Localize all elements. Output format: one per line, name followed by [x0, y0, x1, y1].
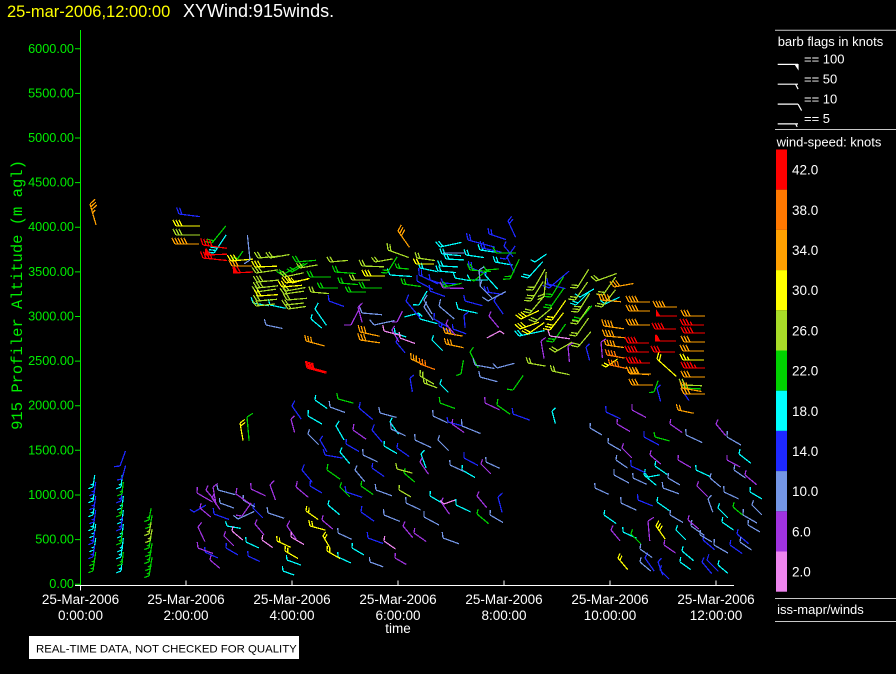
svg-text:6000.00: 6000.00: [28, 42, 74, 56]
svg-text:6.0: 6.0: [792, 524, 811, 539]
svg-text:4000.00: 4000.00: [28, 220, 74, 234]
svg-text:25-mar-2006,12:00:00: 25-mar-2006,12:00:00: [7, 3, 170, 21]
svg-text:barb flags in knots: barb flags in knots: [778, 34, 884, 49]
svg-text:42.0: 42.0: [792, 163, 818, 178]
svg-text:REAL-TIME DATA, NOT CHECKED FO: REAL-TIME DATA, NOT CHECKED FOR QUALITY: [36, 644, 297, 656]
svg-text:8:00:00: 8:00:00: [481, 608, 526, 623]
svg-text:2:00:00: 2:00:00: [163, 608, 208, 623]
svg-text:25-Mar-2006: 25-Mar-2006: [147, 592, 224, 607]
svg-text:== 100: == 100: [804, 52, 845, 67]
svg-text:0.00: 0.00: [49, 577, 74, 591]
svg-text:3500.00: 3500.00: [28, 265, 74, 279]
svg-text:5500.00: 5500.00: [28, 86, 74, 100]
svg-text:2500.00: 2500.00: [28, 354, 74, 368]
svg-text:25-Mar-2006: 25-Mar-2006: [359, 592, 436, 607]
svg-text:25-Mar-2006: 25-Mar-2006: [42, 592, 119, 607]
svg-text:4500.00: 4500.00: [28, 176, 74, 190]
svg-text:== 10: == 10: [804, 91, 837, 106]
svg-text:14.0: 14.0: [792, 444, 818, 459]
svg-text:== 5: == 5: [804, 111, 830, 126]
svg-text:25-Mar-2006: 25-Mar-2006: [571, 592, 648, 607]
svg-text:25-Mar-2006: 25-Mar-2006: [465, 592, 542, 607]
svg-text:22.0: 22.0: [792, 364, 818, 379]
svg-text:12:00:00: 12:00:00: [690, 608, 743, 623]
svg-text:34.0: 34.0: [792, 243, 818, 258]
svg-text:4:00:00: 4:00:00: [269, 608, 314, 623]
svg-text:10.0: 10.0: [792, 484, 818, 499]
svg-text:30.0: 30.0: [792, 283, 818, 298]
svg-text:== 50: == 50: [804, 72, 837, 87]
svg-text:wind-speed: knots: wind-speed: knots: [776, 135, 882, 150]
svg-text:1500.00: 1500.00: [28, 443, 74, 457]
svg-text:time: time: [385, 621, 411, 636]
svg-text:0:00:00: 0:00:00: [58, 608, 103, 623]
svg-text:26.0: 26.0: [792, 323, 818, 338]
svg-text:10:00:00: 10:00:00: [584, 608, 637, 623]
svg-text:5000.00: 5000.00: [28, 131, 74, 145]
svg-text:XYWind:915winds.: XYWind:915winds.: [183, 1, 334, 21]
svg-text:1000.00: 1000.00: [28, 488, 74, 502]
svg-text:2.0: 2.0: [792, 565, 811, 580]
svg-text:915 Profiler Altitude (m agl): 915 Profiler Altitude (m agl): [9, 160, 27, 430]
svg-text:25-Mar-2006: 25-Mar-2006: [253, 592, 330, 607]
svg-text:18.0: 18.0: [792, 404, 818, 419]
svg-text:38.0: 38.0: [792, 203, 818, 218]
svg-text:500.00: 500.00: [35, 533, 74, 547]
svg-text:2000.00: 2000.00: [28, 399, 74, 413]
svg-text:iss-mapr/winds: iss-mapr/winds: [777, 602, 864, 617]
svg-text:25-Mar-2006: 25-Mar-2006: [677, 592, 754, 607]
svg-text:3000.00: 3000.00: [28, 310, 74, 324]
